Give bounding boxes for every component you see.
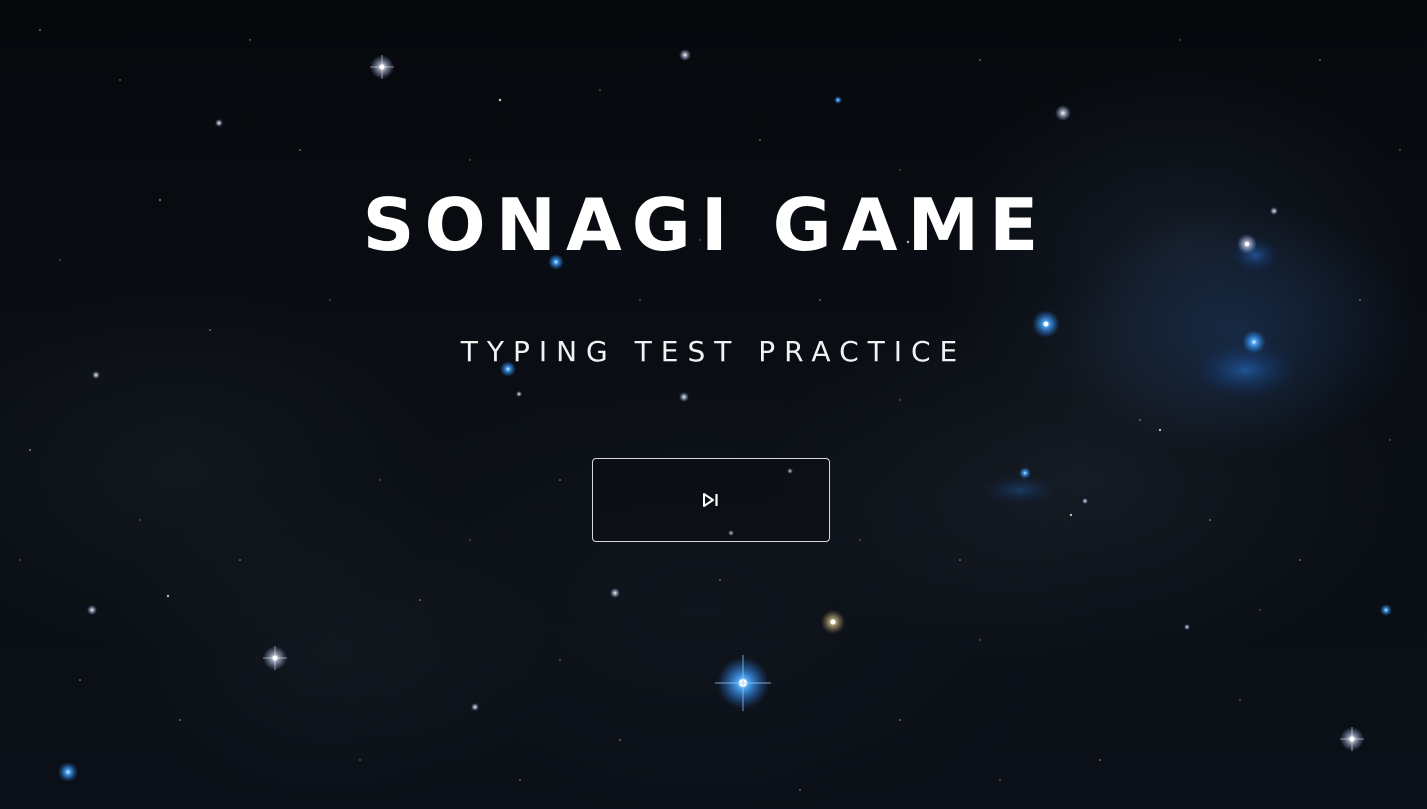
dust-stars [19, 29, 1401, 791]
bright-stars [58, 49, 1392, 782]
game-start-screen: SONAGI GAME TYPING TEST PRACTICE [0, 0, 1427, 809]
game-subtitle: TYPING TEST PRACTICE [460, 335, 967, 368]
nebula-wisp [980, 474, 1060, 506]
start-game-button[interactable] [592, 458, 830, 542]
starfield-background [19, 29, 1401, 791]
play-next-icon [700, 489, 722, 511]
game-title: SONAGI GAME [362, 183, 1049, 267]
